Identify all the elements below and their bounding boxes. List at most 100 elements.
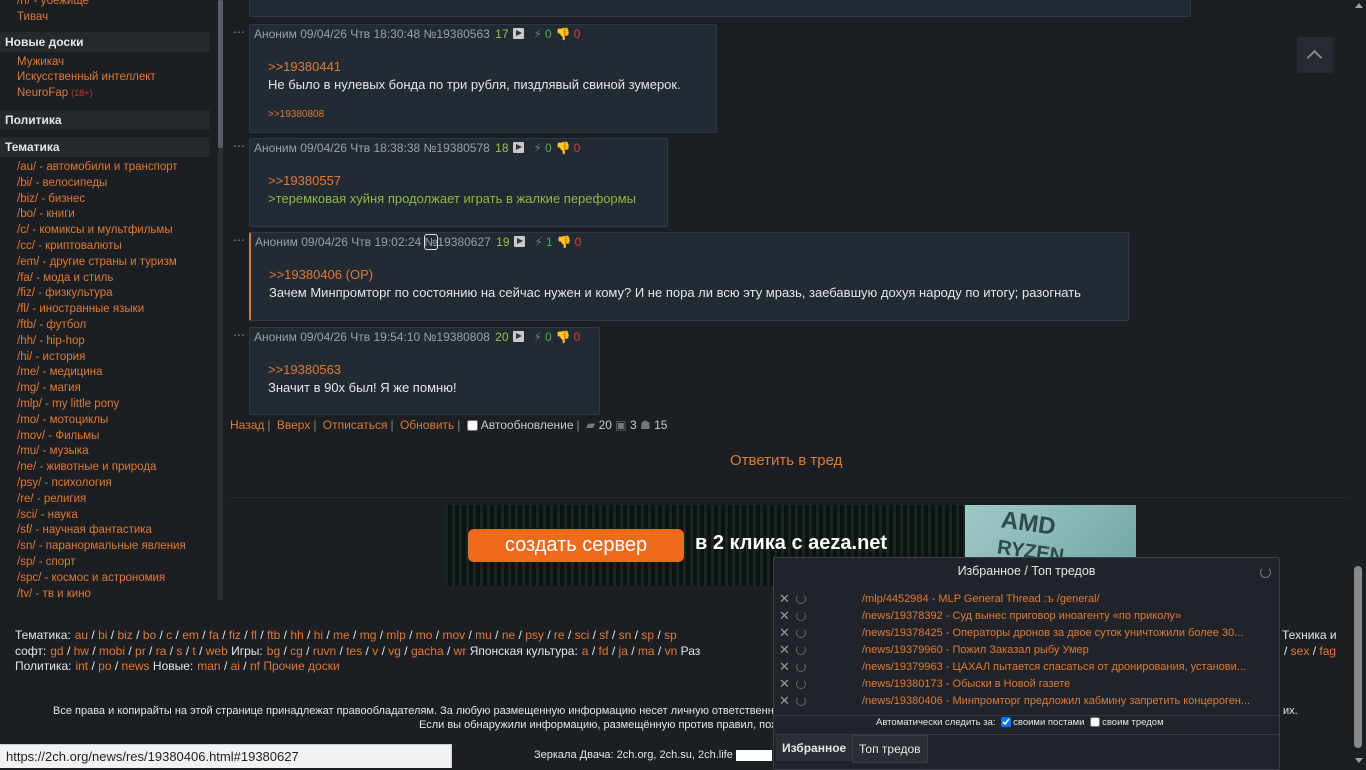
sidebar-item-board[interactable]: /mov/ - Фильмы — [17, 429, 218, 445]
post-menu-icon[interactable]: ⋯ — [233, 139, 245, 153]
favorite-thread-link[interactable]: /news/19378425 - Операторы дронов за дво… — [862, 627, 1243, 639]
footer-board-link[interactable]: mov — [442, 628, 465, 642]
post-number[interactable]: №19380578 — [424, 141, 490, 155]
play-icon[interactable] — [513, 236, 525, 248]
sidebar-item-board[interactable]: /me/ - медицина — [17, 365, 218, 381]
remove-icon[interactable]: ✕ — [779, 626, 790, 640]
refresh-icon[interactable] — [796, 645, 806, 655]
favorite-thread-link[interactable]: /mlp/4452984 - MLP General Thread :ъ /ge… — [862, 593, 1100, 605]
sidebar-item-board[interactable]: /sf/ - научная фантастика — [17, 523, 218, 539]
zap-icon[interactable]: ⚡ — [534, 27, 542, 41]
sidebar-item-board[interactable]: /au/ - автомобили и транспорт — [17, 160, 218, 176]
sidebar-item-muzhikach[interactable]: Мужикач — [17, 55, 218, 71]
footer-board-link[interactable]: sn — [619, 628, 632, 642]
footer-board-link[interactable]: ne — [502, 628, 515, 642]
favorite-thread-link[interactable]: /news/19378392 - Суд вынес приговор иноа… — [862, 610, 1181, 622]
dislike-icon[interactable]: 👎 — [557, 235, 572, 249]
footer-board-link[interactable]: ftb — [267, 628, 280, 642]
favorite-thread-link[interactable]: /news/19379960 - Пожил Заказал рыбу Умер — [862, 644, 1089, 656]
footer-board-link[interactable]: hw — [74, 644, 89, 658]
sidebar-item-board[interactable]: /ftb/ - футбол — [17, 318, 218, 334]
refresh-icon[interactable] — [796, 611, 806, 621]
footer-board-link[interactable]: psy — [525, 628, 544, 642]
sidebar-item-board[interactable]: /mo/ - мотоциклы — [17, 413, 218, 429]
sidebar-item-board[interactable]: /c/ - комиксы и мультфильмы — [17, 223, 218, 239]
footer-board-link[interactable]: ma — [638, 644, 655, 658]
footer-board-sex[interactable]: sex — [1291, 644, 1310, 658]
scroll-down-arrow-icon[interactable] — [1355, 758, 1363, 763]
footer-board-link[interactable]: web — [206, 644, 228, 658]
sidebar-item-board[interactable]: /hh/ - hip-hop — [17, 334, 218, 350]
sidebar-item-ai[interactable]: Искусственный интеллект — [17, 70, 218, 86]
refresh-icon[interactable] — [796, 594, 806, 604]
post-reply-link[interactable]: >>19380563 — [268, 362, 341, 377]
footer-board-link[interactable]: mlp — [386, 628, 405, 642]
footer-board-link[interactable]: sf — [599, 628, 608, 642]
footer-board-link[interactable]: news — [122, 659, 150, 673]
footer-board-link[interactable]: mobi — [99, 644, 125, 658]
footer-board-link[interactable]: man — [197, 659, 220, 673]
refresh-icon[interactable] — [796, 628, 806, 638]
footer-board-link[interactable]: mo — [416, 628, 433, 642]
footer-board-link[interactable]: bo — [143, 628, 156, 642]
page-scrollbar-thumb[interactable] — [1354, 566, 1362, 748]
footer-board-link[interactable]: gacha — [411, 644, 444, 658]
favorite-thread-link[interactable]: /news/19379963 - ЦАХАЛ пытается спасатьс… — [862, 661, 1246, 673]
footer-board-link[interactable]: sci — [575, 628, 590, 642]
post-reply-link[interactable]: >>19380557 — [268, 173, 341, 188]
remove-icon[interactable]: ✕ — [779, 660, 790, 674]
footer-board-link[interactable]: ruvn — [313, 644, 336, 658]
follow-own-thread-checkbox[interactable] — [1090, 717, 1101, 728]
refresh-icon[interactable] — [796, 679, 806, 689]
banner-create-server-button[interactable]: создать сервер — [468, 529, 684, 562]
footer-board-link[interactable]: pr — [135, 644, 146, 658]
sidebar-section-new-boards[interactable]: Новые доски — [0, 31, 210, 52]
play-icon[interactable] — [512, 142, 524, 154]
sidebar-item-board[interactable]: /biz/ - бизнес — [17, 192, 218, 208]
footer-board-link[interactable]: mg — [360, 628, 377, 642]
dislike-icon[interactable]: 👎 — [556, 330, 571, 344]
dislike-icon[interactable]: 👎 — [556, 141, 571, 155]
reply-to-thread-button[interactable]: Ответить в тред — [730, 452, 842, 469]
footer-board-link[interactable]: int — [75, 659, 88, 673]
sidebar-item-board[interactable]: /sn/ - паранормальные явления — [17, 539, 218, 555]
scroll-up-arrow-icon[interactable] — [1355, 3, 1363, 8]
sidebar-item-neurofap[interactable]: NeuroFap (18+) — [17, 86, 218, 102]
footer-board-link[interactable]: vn — [665, 644, 678, 658]
sidebar-item-board[interactable]: /mlp/ - my little pony — [17, 397, 218, 413]
footer-board-link[interactable]: em — [182, 628, 199, 642]
footer-board-link[interactable]: hi — [314, 628, 323, 642]
footer-board-link[interactable]: ja — [619, 644, 628, 658]
sidebar-item-board[interactable]: /cc/ - криптовалюты — [17, 239, 218, 255]
footer-board-link[interactable]: nf — [250, 659, 260, 673]
footer-board-fag[interactable]: fag — [1319, 644, 1336, 658]
remove-icon[interactable]: ✕ — [779, 643, 790, 657]
remove-icon[interactable]: ✕ — [779, 592, 790, 606]
back-link[interactable]: Назад — [230, 418, 264, 432]
post-reply-link[interactable]: >>19380406 (OP) — [269, 267, 373, 282]
footer-board-link[interactable]: sp — [664, 628, 677, 642]
post-number-prefix[interactable]: № — [423, 234, 439, 250]
favorite-thread-link[interactable]: /news/19380406 - Минпромторг предложил к… — [862, 695, 1250, 707]
scroll-to-top-button[interactable] — [1297, 37, 1333, 73]
footer-board-link[interactable]: re — [554, 628, 565, 642]
sidebar-item-board[interactable]: /psy/ - психология — [17, 476, 218, 492]
footer-board-link[interactable]: po — [98, 659, 111, 673]
sidebar-item-board[interactable]: /em/ - другие страны и туризм — [17, 255, 218, 271]
footer-board-link[interactable]: ai — [231, 659, 240, 673]
sidebar-item-board[interactable]: /ne/ - животные и природа — [17, 460, 218, 476]
sidebar-item-board[interactable]: /fl/ - иностранные языки — [17, 302, 218, 318]
play-icon[interactable] — [512, 331, 524, 343]
sidebar-item-board[interactable]: /mu/ - музыка — [17, 444, 218, 460]
autoupdate-checkbox[interactable] — [466, 420, 478, 432]
sidebar-item-neurofap-label[interactable]: NeuroFap — [17, 87, 68, 99]
sidebar-item-board[interactable]: /bi/ - велосипеды — [17, 176, 218, 192]
post-replies-link[interactable]: >>19380808 — [268, 109, 324, 120]
refresh-link[interactable]: Обновить — [400, 418, 454, 432]
zap-icon[interactable]: ⚡ — [534, 330, 542, 344]
sidebar-item-rf[interactable]: /rf/ - убежище — [17, 0, 218, 10]
mirror-field[interactable] — [735, 749, 772, 761]
favorite-thread-link[interactable]: /news/19380173 - Обыски в Новой газете — [862, 678, 1070, 690]
remove-icon[interactable]: ✕ — [779, 677, 790, 691]
sidebar-section-politics[interactable]: Политика — [0, 109, 210, 130]
